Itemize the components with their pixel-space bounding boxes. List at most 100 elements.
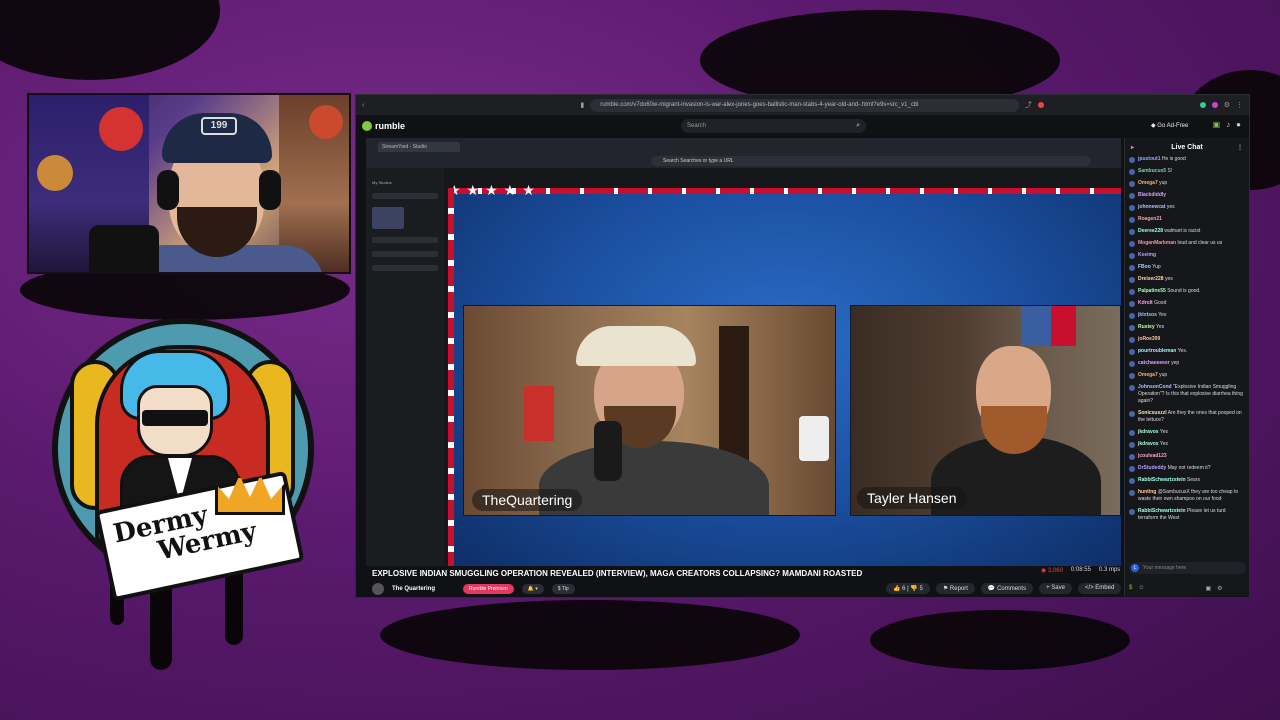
chat-username[interactable]: Palpatine55 [1138, 288, 1166, 294]
chat-username[interactable]: Roagen21 [1138, 216, 1162, 222]
chat-avatar[interactable] [1129, 204, 1135, 211]
bookmark-icon[interactable]: ▮ [580, 101, 584, 109]
chat-username[interactable]: Keeimg [1138, 252, 1156, 258]
extension-icon[interactable] [1211, 102, 1218, 108]
chat-message: jcoulvad123 [1129, 453, 1245, 460]
back-icon[interactable]: ‹ [362, 102, 364, 109]
chat-username[interactable]: jktxtsos [1138, 312, 1157, 318]
chat-avatar[interactable] [1129, 312, 1135, 319]
chat-message: jkdravos Yes [1129, 429, 1245, 436]
chat-avatar[interactable] [1129, 410, 1135, 417]
chat-username[interactable]: jkdravos [1138, 429, 1159, 435]
chat-message: RabbiSchwartzstein Please let us turd te… [1129, 508, 1245, 522]
chat-message-input[interactable]: L Your message here [1129, 562, 1246, 574]
chat-avatar[interactable] [1129, 324, 1135, 331]
rant-icon[interactable]: $ [1129, 585, 1132, 592]
chat-options-icon[interactable]: ⋮ [1237, 144, 1243, 151]
chat-avatar[interactable] [1129, 276, 1135, 283]
chat-avatar[interactable] [1129, 348, 1135, 355]
save-button[interactable]: + Save [1039, 583, 1072, 594]
stream-stage: ★★★★★ TheQuartering Tayler Hansen [448, 182, 1121, 566]
chat-avatar[interactable] [1129, 252, 1135, 259]
chat-username[interactable]: johnnewcat [1138, 204, 1166, 210]
chat-username[interactable]: Blackdiddly [1138, 192, 1166, 198]
report-button[interactable]: ⚑ Report [935, 583, 975, 594]
chat-username[interactable]: Deeree228 [1138, 228, 1163, 234]
chat-avatar[interactable] [1129, 441, 1135, 448]
chat-username[interactable]: Omega7 [1138, 180, 1158, 186]
chat-avatar[interactable] [1129, 240, 1135, 247]
chat-username[interactable]: DrStudeddy [1138, 465, 1166, 471]
chat-avatar[interactable] [1129, 192, 1135, 199]
chat-avatar[interactable] [1129, 384, 1135, 391]
rumble-premium-button[interactable]: Rumble Premium [463, 584, 514, 594]
chat-avatar[interactable] [1129, 508, 1135, 515]
upload-icon[interactable]: ▣ [1213, 120, 1221, 129]
chat-username[interactable]: Sambucus5 [1138, 168, 1166, 174]
chat-avatar[interactable] [1129, 264, 1135, 271]
chat-text: Good [1154, 300, 1167, 306]
menu-icon[interactable]: ⋮ [1236, 101, 1243, 109]
chat-username[interactable]: FBoo [1138, 264, 1151, 270]
chat-username[interactable]: MoganMarkman [1138, 240, 1176, 246]
tip-button[interactable]: $ Tip [551, 584, 575, 594]
live-chat-panel: ▸ Live Chat ⋮ jpustout1 He is good Sambuc… [1124, 138, 1249, 596]
chat-message: jpustout1 He is good [1129, 156, 1245, 163]
comments-button[interactable]: 💬 Comments [980, 583, 1034, 594]
chat-avatar[interactable] [1129, 360, 1135, 367]
rumble-icon [362, 121, 372, 131]
address-bar[interactable]: rumble.com/v7do60w-migrant-invasion-is-w… [590, 98, 1019, 112]
chat-username[interactable]: Kdrolt [1138, 300, 1153, 306]
chat-username[interactable]: jpustout1 [1138, 156, 1161, 162]
chat-username[interactable]: RabbiSchwartzstein [1138, 477, 1186, 483]
chat-avatar[interactable] [1129, 453, 1135, 460]
like-dislike-buttons[interactable]: 👍 6 | 👎 5 [886, 583, 930, 594]
chat-avatar[interactable] [1129, 168, 1135, 175]
chat-avatar[interactable] [1129, 336, 1135, 343]
chat-username[interactable]: joRoe399 [1138, 336, 1160, 342]
chat-avatar[interactable] [1129, 429, 1135, 436]
chat-username[interactable]: jcoulvad123 [1138, 453, 1167, 459]
chat-username[interactable]: Sonicsuszzl [1138, 410, 1167, 416]
notify-bell-button[interactable]: 🔔 ▾ [521, 584, 544, 594]
chat-username[interactable]: Rustey [1138, 324, 1155, 330]
chat-avatar[interactable] [1129, 288, 1135, 295]
chat-username[interactable]: hunting [1138, 489, 1156, 495]
chat-avatar[interactable] [1129, 372, 1135, 379]
chat-avatar[interactable] [1129, 300, 1135, 307]
chat-username[interactable]: jkdravos [1138, 441, 1159, 447]
extension-icon[interactable] [1037, 102, 1044, 108]
site-search-input[interactable]: Search ⌕ [681, 119, 866, 133]
chat-avatar[interactable] [1129, 477, 1135, 484]
user-avatar-icon[interactable]: ● [1236, 120, 1241, 129]
extensions-icon[interactable]: ⚙ [1224, 101, 1230, 109]
channel-name[interactable]: The Quartering [392, 586, 435, 592]
gift-icon[interactable]: ▣ [1205, 585, 1211, 592]
bell-icon[interactable]: ♪ [1226, 120, 1230, 129]
video-player[interactable]: StreamYard - Studio Search Searches or t… [366, 138, 1121, 566]
chat-avatar[interactable] [1129, 180, 1135, 187]
chat-avatar[interactable] [1129, 216, 1135, 223]
chat-avatar[interactable] [1129, 465, 1135, 472]
chat-avatar[interactable] [1129, 156, 1135, 163]
chat-username[interactable]: Dreiser228 [1138, 276, 1164, 282]
chat-avatar[interactable] [1129, 489, 1135, 496]
go-adfree-button[interactable]: ◆ Go Ad-Free [1151, 119, 1188, 133]
settings-icon[interactable]: ⚙ [1217, 585, 1222, 592]
chat-text: walmart is racist [1164, 228, 1201, 234]
channel-avatar[interactable] [372, 583, 384, 595]
chat-message: Rustey Yes [1129, 324, 1245, 331]
chat-username[interactable]: pourtroubleman [1138, 348, 1176, 354]
rumble-logo[interactable]: rumble [362, 121, 405, 131]
share-icon[interactable]: ⤴ [1025, 100, 1032, 110]
search-icon[interactable]: ⌕ [856, 119, 860, 133]
chat-username[interactable]: Omega7 [1138, 372, 1158, 378]
chat-username[interactable]: RabbiSchwartzstein [1138, 508, 1186, 514]
extension-icon[interactable] [1199, 102, 1206, 108]
chat-collapse-icon[interactable]: ▸ [1131, 144, 1134, 151]
chat-avatar[interactable] [1129, 228, 1135, 235]
chat-username[interactable]: JohnsonCond [1138, 384, 1172, 390]
embed-button[interactable]: </> Embed [1077, 583, 1122, 594]
chat-username[interactable]: catchaeeeeer [1138, 360, 1170, 366]
emoji-icon[interactable]: ☺ [1138, 585, 1144, 592]
